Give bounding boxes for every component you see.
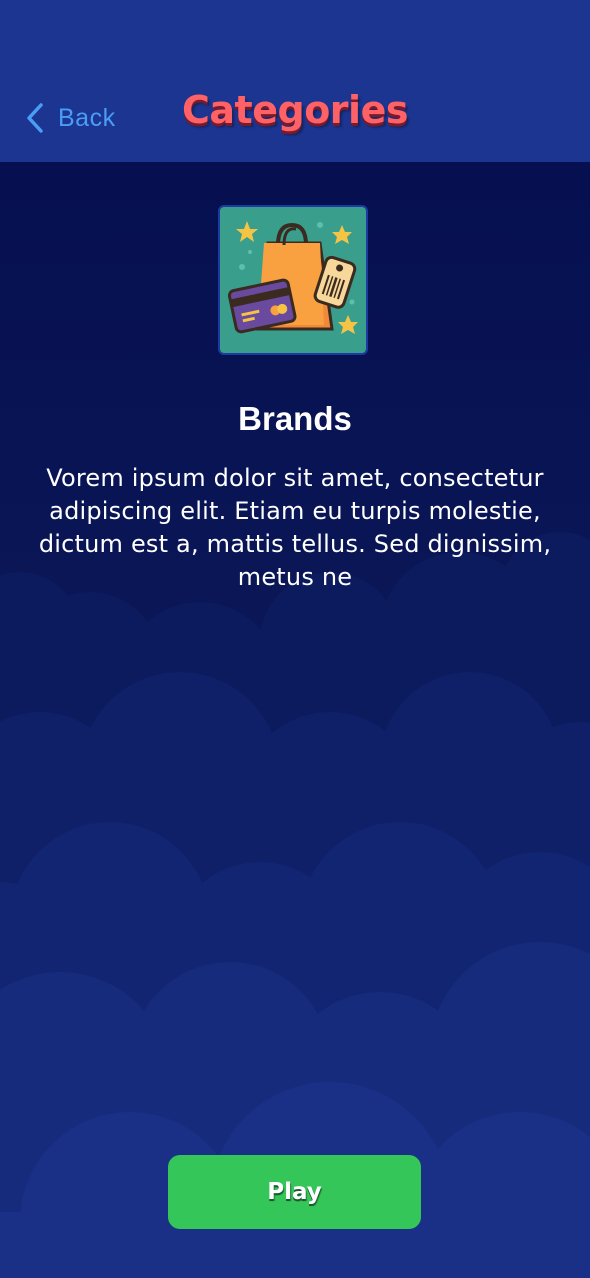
shopping-bag-icon xyxy=(220,207,366,353)
play-label: Play xyxy=(267,1179,322,1205)
category-detail: Brands Vorem ipsum dolor sit amet, conse… xyxy=(0,162,590,1278)
page-title: Categories xyxy=(182,88,408,132)
category-image xyxy=(220,207,366,353)
category-description: Vorem ipsum dolor sit amet, consectetur … xyxy=(38,464,552,591)
top-bar: Back Categories xyxy=(0,0,590,162)
play-button[interactable]: Play xyxy=(168,1155,421,1229)
category-name: Brands xyxy=(238,400,352,437)
